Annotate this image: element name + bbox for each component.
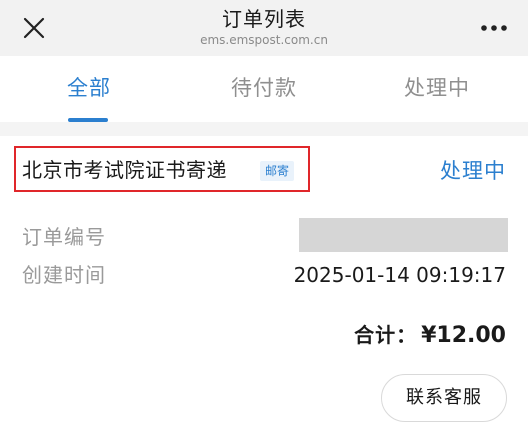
tab-pending-payment[interactable]: 待付款 bbox=[231, 74, 297, 102]
order-status: 处理中 bbox=[440, 159, 506, 183]
total-amount: ¥12.00 bbox=[421, 323, 506, 348]
page-domain: ems.emspost.com.cn bbox=[200, 33, 328, 47]
order-tabs: 全部 待付款 处理中 bbox=[0, 56, 528, 122]
top-bar: 订单列表 ems.emspost.com.cn bbox=[0, 0, 528, 56]
tab-all[interactable]: 全部 bbox=[67, 74, 111, 102]
order-number-redacted bbox=[299, 218, 508, 252]
order-total: 合计： ¥12.00 bbox=[354, 321, 506, 350]
more-button[interactable] bbox=[480, 18, 508, 38]
contact-service-button[interactable]: 联系客服 bbox=[381, 374, 507, 422]
created-time-label: 创建时间 bbox=[22, 263, 106, 287]
more-dots-icon bbox=[481, 25, 507, 31]
created-time-value: 2025-01-14 09:19:17 bbox=[293, 263, 506, 287]
order-number-label: 订单编号 bbox=[22, 225, 106, 249]
tab-processing[interactable]: 处理中 bbox=[404, 74, 470, 102]
page-title: 订单列表 bbox=[222, 7, 306, 31]
total-label: 合计： bbox=[354, 323, 418, 347]
section-divider bbox=[0, 122, 528, 136]
title-block: 订单列表 ems.emspost.com.cn bbox=[0, 6, 528, 48]
order-name: 北京市考试院证书寄递 bbox=[22, 158, 227, 182]
mail-badge: 邮寄 bbox=[260, 161, 295, 181]
